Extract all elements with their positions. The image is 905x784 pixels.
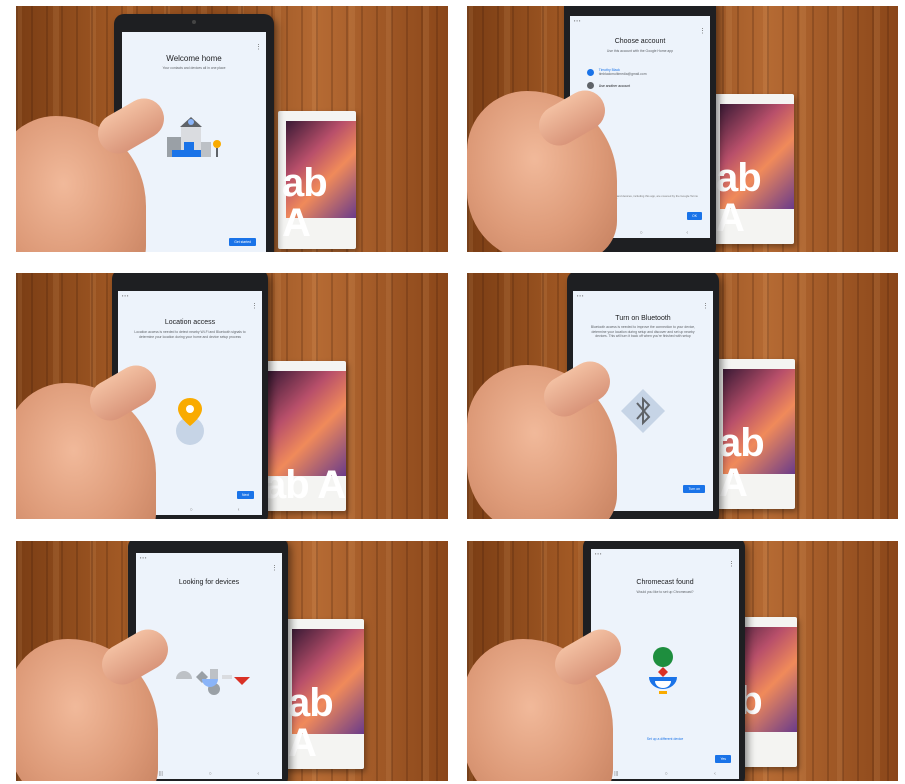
get-started-button[interactable]: Get started bbox=[229, 238, 256, 246]
product-box: ab A bbox=[260, 361, 346, 511]
status-bar: ▪ ▪ ▪ bbox=[595, 551, 602, 556]
android-nav-bar: ||| ○ ‹ bbox=[591, 769, 739, 779]
chromecast-illustration bbox=[649, 647, 677, 694]
screen-subtitle: Would you like to set up Chromecast? bbox=[636, 590, 694, 594]
camera-icon bbox=[192, 20, 196, 24]
screen-title: Looking for devices bbox=[178, 579, 240, 586]
photo-panel-3: ab A ▪ ▪ ▪ ⋮ Location access Location ac… bbox=[16, 273, 448, 519]
photo-panel-2: ab A ▪ ▪ ▪ ⋮ Choose account Use this acc… bbox=[467, 6, 898, 252]
status-bar: ▪ ▪ ▪ bbox=[574, 18, 581, 23]
back-icon[interactable]: ‹ bbox=[257, 771, 259, 777]
recents-icon[interactable]: ||| bbox=[159, 771, 163, 777]
recents-icon[interactable]: ||| bbox=[614, 771, 618, 777]
turn-on-button[interactable]: Turn on bbox=[683, 485, 705, 493]
screen-subtitle: Your contacts and devices all in one pla… bbox=[162, 66, 226, 70]
screen-title: Location access bbox=[164, 319, 216, 326]
overflow-menu-icon[interactable]: ⋮ bbox=[255, 44, 262, 51]
home-icon[interactable]: ○ bbox=[190, 507, 193, 513]
status-bar: ▪ ▪ ▪ bbox=[140, 555, 147, 560]
status-bar: ▪ ▪ ▪ bbox=[122, 293, 129, 298]
back-icon[interactable]: ‹ bbox=[686, 230, 688, 236]
product-box: ab A bbox=[284, 619, 364, 769]
ok-button[interactable]: OK bbox=[687, 212, 702, 220]
screen-title: Choose account bbox=[614, 38, 666, 45]
overflow-menu-icon[interactable]: ⋮ bbox=[271, 565, 278, 572]
yes-button[interactable]: Yes bbox=[715, 755, 731, 763]
product-box: ab A bbox=[712, 94, 794, 244]
set-up-different-device-link[interactable]: Set up a different device bbox=[591, 737, 739, 741]
screen-subtitle: Use this account with the Google Home ap… bbox=[606, 49, 674, 53]
account-row-1[interactable]: Timothy Black timblackmultimedia@gmail.c… bbox=[586, 68, 699, 76]
back-icon[interactable]: ‹ bbox=[714, 771, 716, 777]
location-pin-illustration bbox=[176, 398, 204, 445]
screen-title: Chromecast found bbox=[636, 579, 694, 586]
photo-panel-5: ab A ▪ ▪ ▪ ⋮ Looking for devices Cancel … bbox=[16, 541, 448, 781]
photo-panel-1: ab A ⋮ Welcome home Your contacts and de… bbox=[16, 6, 448, 252]
photo-panel-6: ab A ▪ ▪ ▪ ⋮ Chromecast found Would you … bbox=[467, 541, 898, 781]
screen-subtitle: Bluetooth access is needed to improve th… bbox=[590, 325, 696, 339]
check-icon bbox=[586, 68, 594, 76]
box-text: ab A bbox=[282, 161, 328, 245]
house-illustration bbox=[167, 117, 221, 157]
photo-panel-4: ab A ▪ ▪ ▪ ⋮ Turn on Bluetooth Bluetooth… bbox=[467, 273, 898, 519]
screen-subtitle: Location access is needed to detect near… bbox=[134, 330, 246, 339]
account-row-2[interactable]: Use another account bbox=[586, 82, 699, 89]
back-icon[interactable]: ‹ bbox=[238, 507, 240, 513]
product-box: ab A bbox=[715, 359, 795, 509]
overflow-menu-icon[interactable]: ⋮ bbox=[728, 561, 735, 568]
screen-title: Turn on Bluetooth bbox=[615, 315, 671, 322]
next-button[interactable]: Next bbox=[237, 491, 254, 499]
overflow-menu-icon[interactable]: ⋮ bbox=[251, 303, 258, 310]
shapes-illustration bbox=[176, 669, 250, 695]
bluetooth-illustration bbox=[621, 389, 665, 433]
status-bar: ▪ ▪ ▪ bbox=[577, 293, 584, 298]
add-account-icon bbox=[586, 82, 594, 89]
home-icon[interactable]: ○ bbox=[209, 771, 212, 777]
home-icon[interactable]: ○ bbox=[640, 230, 643, 236]
screen-title: Welcome home bbox=[166, 54, 222, 63]
product-box: ab A bbox=[278, 111, 356, 249]
overflow-menu-icon[interactable]: ⋮ bbox=[699, 28, 706, 35]
overflow-menu-icon[interactable]: ⋮ bbox=[702, 303, 709, 310]
home-icon[interactable]: ○ bbox=[665, 771, 668, 777]
